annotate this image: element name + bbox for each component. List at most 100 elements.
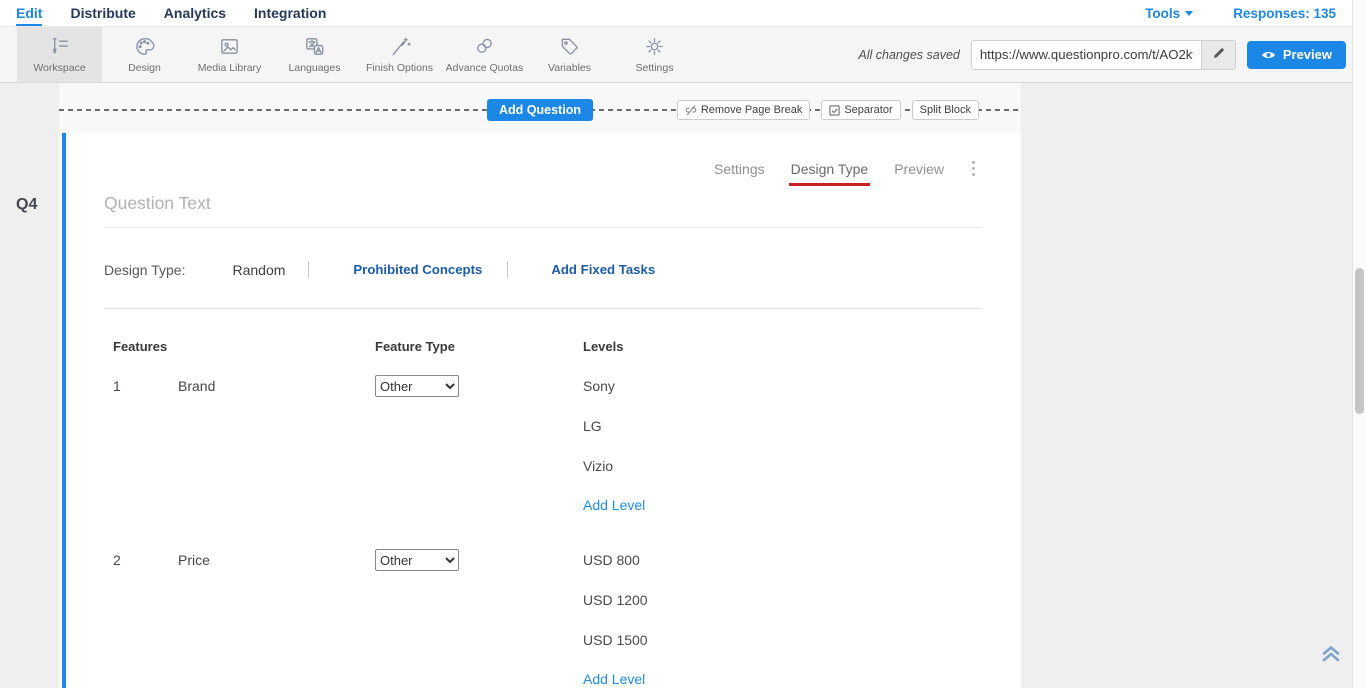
design-type-value[interactable]: Random (232, 262, 285, 278)
level-item[interactable]: LG (583, 406, 981, 446)
separator-button[interactable]: Separator (821, 100, 900, 120)
kebab-menu-icon[interactable] (966, 158, 981, 179)
broken-link-icon (685, 105, 697, 116)
toolbar-item-media-library[interactable]: Media Library (187, 27, 272, 82)
toolbar-item-settings[interactable]: Settings (612, 27, 697, 82)
features-header: Features (113, 339, 375, 354)
question-gutter: Q4 (0, 83, 59, 688)
feature-type-select[interactable]: Other (375, 549, 459, 571)
split-block-label: Split Block (920, 104, 971, 116)
add-fixed-tasks-link[interactable]: Add Fixed Tasks (551, 262, 655, 277)
eye-icon (1261, 49, 1276, 61)
toolbar: Workspace Design Media Library Languages Fin… (0, 27, 1366, 83)
toolbar-item-variables[interactable]: Variables (527, 27, 612, 82)
question-number: Q4 (16, 196, 37, 214)
right-panel (1021, 83, 1366, 688)
features-table-body: 1BrandOtherSonyLGVizioAdd Level2PriceOth… (113, 366, 981, 688)
nav-items: Edit Distribute Analytics Integration (16, 0, 326, 26)
level-item[interactable]: USD 800 (583, 540, 981, 580)
toolbar-item-label: Finish Options (366, 62, 433, 74)
scroll-to-top-button[interactable] (1320, 643, 1342, 668)
languages-icon (303, 35, 326, 58)
divider (308, 261, 309, 278)
question-card: Settings Design Type Preview Question Text… (62, 133, 1021, 688)
level-item[interactable]: Vizio (583, 446, 981, 486)
prohibited-concepts-link[interactable]: Prohibited Concepts (353, 262, 482, 277)
chain-links-icon (473, 35, 496, 58)
workspace-icon (48, 35, 71, 58)
toolbar-item-label: Settings (636, 62, 674, 74)
top-nav: Edit Distribute Analytics Integration Tools… (0, 0, 1366, 27)
add-question-button[interactable]: Add Question (487, 99, 593, 121)
pencil-icon (1212, 47, 1225, 63)
add-level-link[interactable]: Add Level (583, 486, 981, 524)
remove-page-break-label: Remove Page Break (701, 104, 803, 116)
toolbar-right: All changes saved Preview (858, 27, 1366, 82)
survey-url-input[interactable] (972, 41, 1201, 69)
survey-url-group (971, 40, 1236, 70)
separator-label: Separator (844, 104, 892, 116)
tools-menu[interactable]: Tools (1145, 6, 1193, 21)
design-type-row: Design Type: Random Prohibited Concepts … (104, 261, 981, 278)
preview-label: Preview (1283, 47, 1332, 62)
levels-cell: USD 800USD 1200USD 1500Add Level (583, 540, 981, 688)
tab-design-type[interactable]: Design Type (791, 161, 869, 177)
feature-type-select[interactable]: Other (375, 375, 459, 397)
feature-row: 2PriceOther USD 800USD 1200USD 1500Add Le… (113, 540, 981, 688)
toolbar-item-label: Media Library (198, 62, 262, 74)
tab-preview[interactable]: Preview (894, 161, 944, 177)
editor-content: Q4 Add Question Remove Page Break Separa… (0, 83, 1366, 688)
tag-icon (558, 35, 581, 58)
toolbar-item-design[interactable]: Design (102, 27, 187, 82)
toolbar-item-languages[interactable]: Languages (272, 27, 357, 82)
question-tabs: Settings Design Type Preview (104, 133, 981, 179)
add-question-row: Add Question Remove Page Break Separator… (59, 99, 1021, 121)
nav-item-integration[interactable]: Integration (254, 0, 326, 26)
nav-item-distribute[interactable]: Distribute (70, 0, 135, 26)
tab-settings[interactable]: Settings (714, 161, 765, 177)
toolbar-item-label: Workspace (33, 62, 85, 74)
dot (972, 173, 975, 176)
nav-right: Tools Responses: 135 (1145, 6, 1336, 21)
gear-icon (643, 35, 666, 58)
nav-item-edit[interactable]: Edit (16, 0, 42, 26)
toolbar-item-label: Languages (289, 62, 341, 74)
scrollbar-thumb[interactable] (1355, 268, 1364, 414)
levels-cell: SonyLGVizioAdd Level (583, 366, 981, 524)
question-text-input[interactable]: Question Text (104, 193, 981, 228)
feature-number: 2 (113, 540, 178, 580)
feature-number: 1 (113, 366, 178, 406)
preview-button[interactable]: Preview (1247, 41, 1346, 69)
toolbar-item-advance-quotas[interactable]: Advance Quotas (442, 27, 527, 82)
level-item[interactable]: USD 1200 (583, 580, 981, 620)
save-status: All changes saved (858, 48, 959, 62)
toolbar-item-workspace[interactable]: Workspace (17, 27, 102, 82)
tools-label: Tools (1145, 6, 1180, 21)
add-level-link[interactable]: Add Level (583, 660, 981, 688)
remove-page-break-button[interactable]: Remove Page Break (677, 100, 811, 120)
feature-name[interactable]: Brand (178, 366, 375, 406)
responses-link[interactable]: Responses: 135 (1233, 6, 1336, 21)
feature-type-header: Feature Type (375, 339, 583, 354)
media-library-icon (218, 35, 241, 58)
magic-wand-icon (388, 35, 411, 58)
toolbar-item-label: Advance Quotas (446, 62, 524, 74)
feature-type-cell: Other (375, 366, 583, 406)
toolbar-item-label: Variables (548, 62, 591, 74)
dot (972, 161, 975, 164)
chevron-down-icon (1185, 11, 1193, 16)
level-item[interactable]: USD 1500 (583, 620, 981, 660)
dot (972, 167, 975, 170)
design-type-label: Design Type: (104, 262, 185, 278)
feature-name[interactable]: Price (178, 540, 375, 580)
section-divider (104, 308, 981, 309)
toolbar-item-finish-options[interactable]: Finish Options (357, 27, 442, 82)
edit-url-button[interactable] (1201, 41, 1235, 69)
divider (507, 261, 508, 278)
nav-item-analytics[interactable]: Analytics (164, 0, 226, 26)
vertical-scrollbar[interactable] (1352, 0, 1366, 688)
levels-header: Levels (583, 339, 981, 354)
checkbox-checked-icon (829, 105, 840, 116)
split-block-button[interactable]: Split Block (912, 100, 979, 120)
level-item[interactable]: Sony (583, 366, 981, 406)
